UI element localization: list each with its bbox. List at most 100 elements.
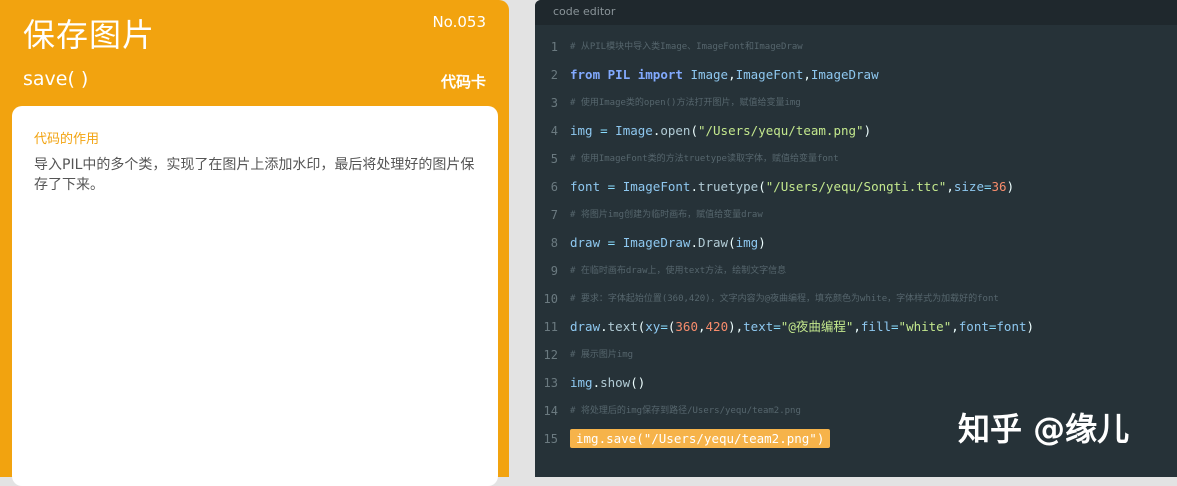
line-number: 15: [543, 432, 558, 446]
line-number: 6: [550, 180, 558, 194]
code-token: Draw: [697, 235, 729, 250]
code-token: (): [630, 375, 646, 390]
code-statement: draw = ImageDraw.Draw(img): [570, 233, 766, 253]
card-tag: 代码卡: [440, 73, 486, 91]
code-line: 2 from PIL import Image,ImageFont,ImageDr…: [535, 65, 1177, 85]
code-line: 4 img = Image.open("/Users/yequ/team.png"…: [535, 121, 1177, 141]
code-comment: # 要求：字体起始位置(360,420)，文字内容为@夜曲编程，填充颜色为whi…: [570, 294, 999, 304]
code-token: 420: [705, 319, 729, 334]
code-token: (: [690, 123, 698, 138]
line-number: 7: [550, 208, 558, 222]
code-token: ): [1006, 179, 1015, 194]
code-token: font: [958, 319, 989, 334]
code-comment: # 使用ImageFont类的方法truetype读取字体，赋值给变量font: [570, 154, 839, 164]
line-number: 3: [550, 96, 558, 110]
code-token: .: [600, 319, 608, 334]
code-token: .: [592, 375, 601, 390]
card-body: 代码的作用 导入PIL中的多个类，实现了在图片上添加水印，最后将处理好的图片保存…: [12, 106, 498, 486]
line-number: 11: [543, 320, 558, 334]
code-token: =: [983, 179, 992, 194]
code-token: Image: [690, 67, 729, 82]
code-line: 3 # 使用Image类的open()方法打开图片，赋值给变量img: [535, 93, 1177, 113]
card-title: 保存图片: [23, 16, 156, 54]
code-token: ),: [728, 319, 744, 334]
code-token: ,: [697, 319, 706, 334]
code-token: ImageFont: [622, 179, 691, 194]
editor-title: code editor: [553, 5, 616, 18]
watermark: 知乎 @缘儿: [958, 410, 1130, 448]
code-token: fill: [860, 319, 892, 334]
code-comment: # 使用Image类的open()方法打开图片，赋值给变量img: [570, 98, 801, 108]
code-line: 5 # 使用ImageFont类的方法truetype读取字体，赋值给变量font: [535, 149, 1177, 169]
code-token: draw: [570, 235, 608, 250]
code-line: 6 font = ImageFont.truetype("/Users/yequ/…: [535, 177, 1177, 197]
code-line: 10 # 要求：字体起始位置(360,420)，文字内容为@夜曲编程，填充颜色为w…: [535, 289, 1177, 309]
code-token: xy: [645, 319, 661, 334]
code-comment: # 在临时画布draw上，使用text方法，绘制文字信息: [570, 266, 787, 276]
code-line: 1 # 从PIL模块中导入类Image、ImageFont和ImageDraw: [535, 37, 1177, 57]
code-token: .: [690, 235, 698, 250]
code-token: ): [863, 123, 872, 138]
code-token: =: [773, 319, 781, 334]
line-number: 12: [543, 348, 558, 362]
code-token: (: [758, 179, 766, 194]
code-token: .: [690, 179, 698, 194]
code-token: text: [607, 319, 638, 334]
line-number: 13: [543, 376, 558, 390]
code-token: ,: [803, 67, 811, 82]
code-token: ,: [853, 319, 861, 334]
line-number: 4: [550, 124, 558, 138]
highlighted-code: img.save("/Users/yequ/team2.png"): [570, 429, 831, 449]
code-token: =: [660, 319, 668, 334]
code-token: text: [743, 319, 774, 334]
code-token: ImageDraw: [622, 235, 691, 250]
code-token: 36: [991, 179, 1007, 194]
section-label: 代码的作用: [34, 132, 100, 147]
code-token: ,: [951, 319, 959, 334]
code-token: ): [758, 235, 766, 250]
code-token: show: [600, 375, 631, 390]
code-statement: font = ImageFont.truetype("/Users/yequ/S…: [570, 177, 1014, 197]
code-token: "/Users/yequ/Songti.ttc": [765, 179, 947, 194]
code-token: truetype: [697, 179, 759, 194]
line-number: 1: [550, 40, 558, 54]
code-token: PIL: [607, 67, 638, 82]
code-comment: # 将处理后的img保存到路径/Users/yequ/team2.png: [570, 406, 801, 416]
code-token: "@夜曲编程": [780, 319, 854, 334]
description-text: 导入PIL中的多个类，实现了在图片上添加水印，最后将处理好的图片保存了下来。: [34, 157, 475, 193]
editor-title-bar: [535, 0, 1177, 25]
code-token: ImageDraw: [810, 67, 879, 82]
code-token: img: [735, 235, 759, 250]
code-line: 9 # 在临时画布draw上，使用text方法，绘制文字信息: [535, 261, 1177, 281]
code-token: font: [570, 179, 608, 194]
function-name: save( ): [23, 68, 89, 90]
card-number: No.053: [432, 13, 486, 31]
code-statement: img = Image.open("/Users/yequ/team.png"): [570, 121, 871, 141]
code-card: 保存图片 No.053 save( ) 代码卡 代码的作用 导入PIL中的多个类…: [0, 0, 509, 486]
code-token: draw: [570, 319, 601, 334]
code-line: 12 # 展示图片img: [535, 345, 1177, 365]
line-number: 10: [543, 292, 558, 306]
highlighted-code-text: img.save("/Users/yequ/team2.png"): [570, 429, 831, 448]
code-token: open: [660, 123, 691, 138]
line-number: 5: [550, 152, 558, 166]
code-token: img: [570, 123, 601, 138]
code-token: =: [891, 319, 899, 334]
code-token: =: [607, 179, 623, 194]
code-statement: from PIL import Image,ImageFont,ImageDra…: [570, 65, 879, 85]
code-token: Image: [615, 123, 653, 138]
code-line: 8 draw = ImageDraw.Draw(img): [535, 233, 1177, 253]
code-token: (: [728, 235, 736, 250]
code-token: =: [607, 235, 623, 250]
code-token: ): [1026, 319, 1035, 334]
code-token: "/Users/yequ/team.png": [697, 123, 864, 138]
code-token: from: [570, 67, 608, 82]
line-number: 14: [543, 404, 558, 418]
code-token: ,: [946, 179, 954, 194]
code-token: =: [600, 123, 616, 138]
code-comment: # 从PIL模块中导入类Image、ImageFont和ImageDraw: [570, 42, 803, 52]
code-token: import: [637, 67, 691, 82]
line-number: 8: [550, 236, 558, 250]
line-number: 9: [550, 264, 558, 278]
code-token: size: [953, 179, 984, 194]
